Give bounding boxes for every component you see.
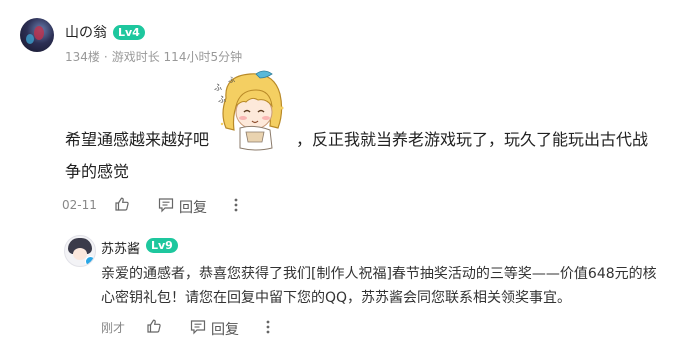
comment-meta: 134楼 · 游戏时长 114小时5分钟	[65, 48, 242, 65]
reply-reply-button[interactable]: 回复	[211, 319, 239, 339]
comment-icon[interactable]	[158, 197, 174, 213]
meta-separator: ·	[103, 50, 108, 64]
svg-text:ふ: ふ	[228, 76, 235, 84]
comment-body-line2: 争的感觉	[65, 158, 129, 186]
comment-body-line1: 希望通感越来越好吧	[65, 126, 209, 154]
svg-text:ふ: ふ	[214, 83, 222, 92]
user-avatar[interactable]	[20, 18, 54, 52]
avatar-decoration	[26, 34, 34, 44]
verified-badge-icon	[85, 256, 95, 266]
thumbs-up-icon[interactable]	[114, 196, 130, 212]
sticker-blonde-girl-icon: ふ ふ ふ	[214, 70, 284, 151]
reply-button[interactable]: 回复	[179, 197, 207, 217]
reply-body-line1: 亲爱的通感者，恭喜您获得了我们[制作人祝福]春节抽奖活动的三等奖——价值648元…	[101, 266, 657, 282]
comment-body-part1: 希望通感越来越好吧	[65, 130, 210, 149]
more-options-icon[interactable]	[230, 198, 242, 212]
avatar-decoration	[34, 26, 44, 40]
playtime: 游戏时长 114小时5分钟	[111, 50, 243, 64]
floor-number: 134楼	[65, 50, 100, 64]
reply-username[interactable]: 苏苏酱	[101, 238, 140, 257]
reply-time: 刚才	[101, 321, 126, 335]
comment-body-part2: ，反正我就当养老游戏玩了，玩久了能玩出古代战	[296, 130, 649, 149]
reply-body-line2: 心密钥礼包！请您在回复中留下您的QQ，苏苏酱会同您联系相关领奖事宜。	[101, 290, 572, 306]
reply-user-avatar[interactable]	[64, 235, 96, 267]
reply-comment-icon[interactable]	[190, 319, 206, 335]
reply-more-options-icon[interactable]	[262, 320, 274, 334]
level-badge: Lv4	[113, 25, 145, 40]
comment-username[interactable]: 山の翁	[65, 22, 107, 42]
reply-thumbs-up-icon[interactable]	[146, 318, 162, 334]
comment-body-part3: 争的感觉	[65, 162, 130, 181]
comment-body-line1-rest: ，反正我就当养老游戏玩了，玩久了能玩出古代战	[296, 126, 648, 154]
svg-text:ふ: ふ	[218, 95, 226, 104]
reply-level-badge: Lv9	[146, 238, 178, 253]
comment-date: 02-11	[62, 198, 97, 212]
